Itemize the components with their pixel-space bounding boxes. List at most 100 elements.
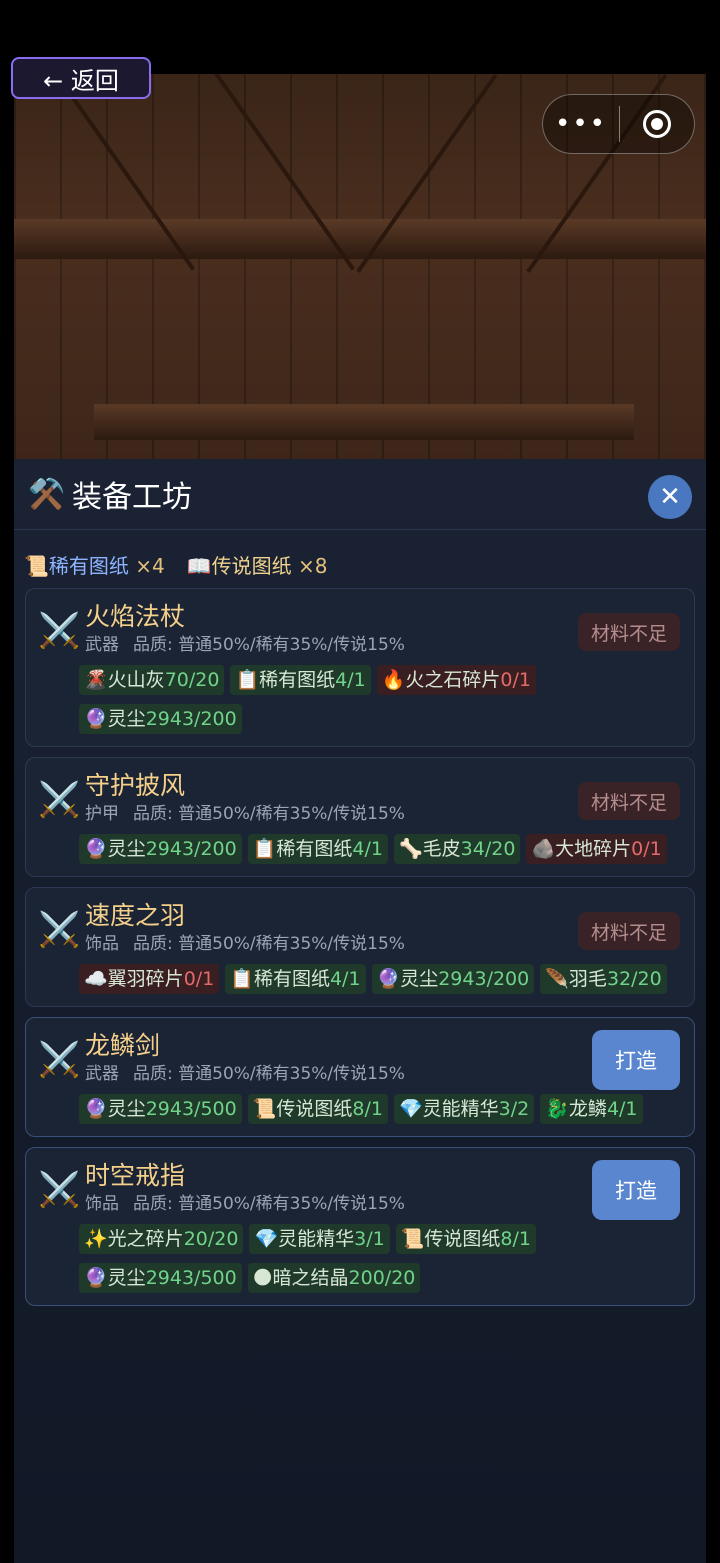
recipe-card: ⚔️ 守护披风 护甲 品质: 普通50%/稀有35%/传说15% 🔮灵尘2943/200… [25,757,695,877]
recipe-card: ⚔️ 时空戒指 饰品 品质: 普通50%/稀有35%/传说15% ✨光之碎片20/20 💎… [25,1147,695,1306]
material-list: 🔮灵尘2943/200 📋稀有图纸4/1 🦴毛皮34/20 🪨大地碎片0/1 [79,834,679,864]
material-qty: 4/1 [329,968,361,990]
forge-button[interactable]: 打造 [592,1160,680,1220]
material-icon: 🔮 [84,1098,108,1120]
material-name: 龙鳞 [568,1098,607,1120]
crossed-swords-icon: ⚔️ [38,1040,81,1080]
crossed-swords-icon: ⚔️ [38,611,81,651]
hammer-pick-icon: ⚒️ [28,476,66,512]
material-chip: 🔮灵尘2943/200 [79,834,242,864]
material-qty: 3/2 [498,1098,530,1120]
roof-beam [14,219,706,259]
back-label: ← 返回 [43,66,119,95]
material-icon: 🦴 [398,838,423,860]
material-icon: 📋 [252,838,277,860]
material-name: 灵尘 [107,838,146,860]
material-icon: ✨ [84,1228,108,1250]
blueprint-inventory: 📜稀有图纸 ×4 📖传说图纸 ×8 [14,530,706,584]
insufficient-materials-badge: 材料不足 [578,912,680,950]
recipe-kind: 护甲 [85,804,119,824]
material-icon: 📜 [252,1098,277,1120]
material-icon: 📋 [235,669,260,691]
material-chip: 🌑暗之结晶200/20 [247,1263,421,1293]
material-chip: 🦴毛皮34/20 [393,834,521,864]
material-list: ☁️翼羽碎片0/1 📋稀有图纸4/1 🔮灵尘2943/200 🪶羽毛32/20 [79,964,679,994]
material-name: 传说图纸 [276,1098,353,1120]
material-chip: 🔮灵尘2943/200 [371,964,535,994]
recipe-card: ⚔️ 速度之羽 饰品 品质: 普通50%/稀有35%/传说15% ☁️翼羽碎片0/1 📋稀… [25,887,695,1007]
mini-program-capsule: ••• [542,94,695,154]
material-icon: 🪶 [545,968,569,990]
material-name: 光之碎片 [107,1228,184,1250]
material-chip: 💎灵能精华3/2 [393,1094,535,1124]
material-chip: 📋稀有图纸4/1 [230,665,371,695]
material-name: 灵尘 [400,968,439,990]
material-name: 灵能精华 [422,1098,499,1120]
more-icon[interactable]: ••• [543,109,619,139]
forge-button[interactable]: 打造 [592,1030,680,1090]
material-name: 火山灰 [107,669,165,691]
book-icon: 📖 [186,553,212,578]
close-button[interactable]: ✕ [648,475,692,519]
material-qty: 0/1 [500,669,531,691]
material-qty: 70/20 [164,669,220,691]
recipe-quality: 品质: 普通50%/稀有35%/传说15% [133,934,405,954]
material-name: 稀有图纸 [253,968,330,990]
material-name: 灵尘 [107,708,146,730]
material-name: 传说图纸 [424,1228,501,1250]
back-button[interactable]: ← 返回 [11,57,151,99]
material-name: 灵能精华 [278,1228,355,1250]
exit-mini-program-button[interactable] [620,110,694,138]
material-qty: 3/1 [354,1228,385,1250]
panel-header: ⚒️ 装备工坊 ✕ [14,459,706,530]
material-name: 羽毛 [568,968,607,990]
material-list: 🌋火山灰70/20 📋稀有图纸4/1 🔥火之石碎片0/1 🔮灵尘2943/200 [79,665,679,734]
recipe-list: ⚔️ 火焰法杖 武器 品质: 普通50%/稀有35%/传说15% 🌋火山灰70/20 📋稀… [25,588,695,1316]
material-icon: 💎 [398,1098,423,1120]
material-qty: 4/1 [606,1098,638,1120]
recipe-kind: 武器 [85,635,119,655]
recipe-kind: 武器 [85,1064,119,1084]
inventory-item-rare-blueprint: 📜稀有图纸 ×4 [24,550,165,579]
material-chip: 📋稀有图纸4/1 [247,834,388,864]
material-name: 稀有图纸 [259,669,336,691]
record-icon [643,110,671,138]
material-chip: ☁️翼羽碎片0/1 [79,964,220,994]
recipe-kind: 饰品 [85,1194,119,1214]
material-qty: 0/1 [183,968,215,990]
inventory-name: 稀有图纸 [48,553,129,578]
insufficient-materials-badge: 材料不足 [578,782,680,820]
material-chip: 📜传说图纸8/1 [395,1224,536,1254]
material-icon: 📜 [400,1228,425,1250]
material-qty: 2943/200 [145,708,237,730]
material-name: 灵尘 [107,1267,146,1289]
material-qty: 2943/500 [145,1267,237,1289]
material-icon: 🐉 [545,1098,569,1120]
insufficient-materials-badge: 材料不足 [578,613,680,651]
workshop-panel: ⚒️ 装备工坊 ✕ 📜稀有图纸 ×4 📖传说图纸 ×8 ⚔️ 火焰法杖 武器 品质: … [14,459,706,1563]
material-icon: 🔮 [84,1267,108,1289]
material-list: 🔮灵尘2943/500 📜传说图纸8/1 💎灵能精华3/2 🐉龙鳞4/1 [79,1094,679,1124]
material-qty: 20/20 [183,1228,239,1250]
material-icon: 🔥 [381,669,406,691]
recipe-kind: 饰品 [85,934,119,954]
crossed-swords-icon: ⚔️ [38,910,81,950]
inventory-item-legend-blueprint: 📖传说图纸 ×8 [187,550,328,579]
material-icon: ☁️ [84,968,108,990]
material-icon: 📋 [230,968,254,990]
inventory-name: 传说图纸 [211,553,292,578]
material-name: 毛皮 [422,838,461,860]
material-list: ✨光之碎片20/20 💎灵能精华3/1 📜传说图纸8/1 🔮灵尘2943/500 🌑暗之… [79,1224,679,1293]
material-name: 翼羽碎片 [107,968,184,990]
material-qty: 8/1 [352,1098,383,1120]
material-qty: 2943/200 [438,968,530,990]
material-chip: 🪶羽毛32/20 [540,964,667,994]
material-icon: 🔮 [84,838,108,860]
material-chip: 📋稀有图纸4/1 [225,964,366,994]
material-chip: 🐉龙鳞4/1 [540,1094,643,1124]
material-name: 稀有图纸 [276,838,353,860]
material-name: 火之石碎片 [405,669,501,691]
material-chip: 🔮灵尘2943/500 [79,1094,242,1124]
crossed-swords-icon: ⚔️ [38,1170,81,1210]
material-qty: 200/20 [348,1267,416,1289]
